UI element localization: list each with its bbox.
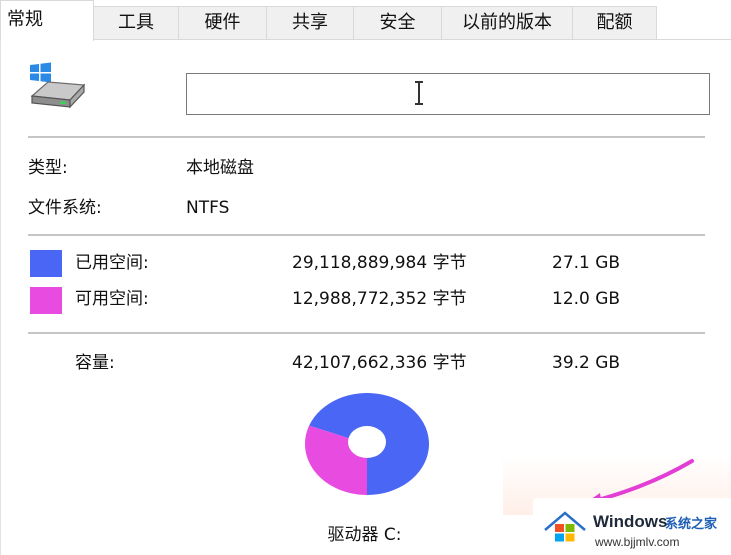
- free-space-label: 可用空间:: [75, 289, 149, 309]
- tab-previous-versions[interactable]: 以前的版本: [441, 6, 573, 39]
- filesystem-value: NTFS: [186, 198, 230, 218]
- used-space-swatch: [30, 250, 62, 277]
- free-space-bytes: 12,988,772,352 字节: [292, 289, 467, 309]
- watermark: Windows 系统之家 www.bjjmlv.com: [533, 498, 731, 555]
- drive-label-text: 驱动器 C:: [327, 525, 402, 545]
- tab-security[interactable]: 安全: [353, 6, 442, 39]
- filesystem-label: 文件系统:: [28, 198, 102, 218]
- type-value: 本地磁盘: [186, 158, 254, 178]
- used-space-label: 已用空间:: [75, 253, 149, 273]
- watermark-url: www.bjjmlv.com: [595, 535, 680, 549]
- type-label: 类型:: [28, 158, 68, 178]
- donut-hole: [348, 426, 386, 458]
- tab-quota[interactable]: 配额: [572, 6, 657, 39]
- separator: [28, 332, 705, 334]
- windows-logo-icon: [544, 511, 586, 542]
- tab-bar: 常规 工具 硬件 共享 安全 以前的版本 配额: [0, 0, 731, 41]
- free-space-swatch: [30, 287, 62, 314]
- text-cursor-icon: [415, 81, 423, 105]
- tab-tools[interactable]: 工具: [93, 6, 179, 39]
- drive-name-input[interactable]: [186, 73, 710, 115]
- properties-window: 常规 工具 硬件 共享 安全 以前的版本 配额 类型: 本地磁盘 文件系统: N…: [0, 0, 731, 555]
- drive-icon: [30, 62, 86, 109]
- separator: [28, 136, 705, 138]
- tab-general[interactable]: 常规: [0, 0, 94, 41]
- separator: [28, 234, 705, 236]
- capacity-size: 39.2 GB: [552, 353, 621, 373]
- watermark-brand: Windows: [593, 512, 668, 531]
- free-space-size: 12.0 GB: [552, 289, 621, 309]
- used-space-bytes: 29,118,889,984 字节: [292, 253, 467, 273]
- tab-hardware[interactable]: 硬件: [178, 6, 267, 39]
- tab-sharing[interactable]: 共享: [266, 6, 354, 39]
- usage-donut-chart: [304, 393, 429, 495]
- panel-border: [0, 40, 1, 555]
- capacity-label: 容量:: [75, 353, 115, 373]
- watermark-site-name: 系统之家: [665, 517, 718, 532]
- capacity-bytes: 42,107,662,336 字节: [292, 353, 467, 373]
- tab-bar-divider: [0, 39, 731, 40]
- used-space-size: 27.1 GB: [552, 253, 621, 273]
